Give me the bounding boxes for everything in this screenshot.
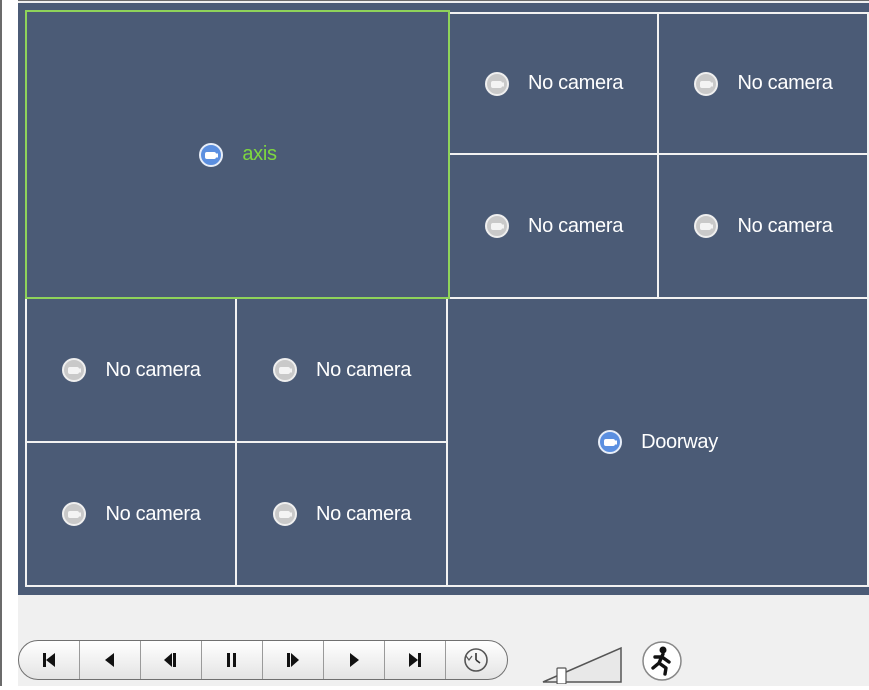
window-border-top	[0, 0, 869, 1]
window-gutter	[2, 0, 18, 686]
tile-label: No camera	[737, 72, 833, 94]
tile-label: axis	[242, 143, 277, 165]
tile-label: Doorway	[641, 430, 718, 453]
pause-button[interactable]	[202, 641, 263, 679]
tile-label: No camera	[315, 502, 412, 525]
camera-empty-icon	[694, 214, 719, 238]
camera-tile-empty[interactable]: No camera	[25, 441, 237, 587]
camera-tile-axis[interactable]: axis	[25, 10, 450, 299]
skip-to-start-button[interactable]	[19, 641, 80, 679]
play-button[interactable]	[324, 641, 385, 679]
step-back-icon	[164, 653, 176, 667]
camera-viewer-window: axis No camera No camera No camera No ca…	[0, 0, 869, 686]
camera-tile-doorway[interactable]: Doorway	[446, 297, 869, 587]
speed-button[interactable]	[446, 641, 505, 679]
running-man-icon	[642, 641, 682, 681]
camera-empty-icon	[484, 71, 509, 96]
camera-tile-empty[interactable]: No camera	[657, 153, 869, 299]
camera-tile-empty[interactable]: No camera	[235, 297, 448, 443]
playback-controls	[18, 595, 869, 686]
step-forward-icon	[287, 653, 299, 667]
camera-empty-icon	[694, 71, 719, 96]
camera-empty-icon	[62, 358, 87, 382]
play-icon	[350, 653, 359, 667]
skip-start-icon	[43, 653, 55, 667]
play-reverse-icon	[105, 653, 114, 667]
tile-label: No camera	[737, 214, 833, 237]
tile-label: No camera	[105, 502, 201, 525]
clock-icon	[463, 648, 488, 672]
tile-label: No camera	[105, 358, 201, 381]
camera-assigned-icon	[598, 430, 623, 454]
camera-grid: axis No camera No camera No camera No ca…	[18, 3, 869, 595]
volume-slider[interactable]	[535, 644, 625, 684]
tile-label: No camera	[527, 72, 624, 94]
volume-thumb[interactable]	[556, 667, 567, 684]
step-forward-button[interactable]	[263, 641, 324, 679]
camera-empty-icon	[272, 502, 297, 526]
camera-empty-icon	[484, 214, 509, 238]
skip-end-icon	[409, 653, 421, 667]
skip-to-end-button[interactable]	[385, 641, 446, 679]
step-back-button[interactable]	[141, 641, 202, 679]
pause-icon	[227, 653, 236, 667]
camera-empty-icon	[272, 358, 297, 382]
play-reverse-button[interactable]	[80, 641, 141, 679]
tile-label: No camera	[315, 358, 412, 381]
camera-tile-empty[interactable]: No camera	[657, 12, 869, 155]
tile-label: No camera	[527, 214, 624, 237]
camera-assigned-icon	[199, 142, 224, 167]
camera-tile-empty[interactable]: No camera	[448, 153, 659, 299]
running-man-button[interactable]	[638, 637, 686, 685]
camera-tile-empty[interactable]: No camera	[25, 297, 237, 443]
camera-tile-empty[interactable]: No camera	[448, 12, 659, 155]
transport-bar	[18, 640, 508, 680]
camera-tile-empty[interactable]: No camera	[235, 441, 448, 587]
camera-empty-icon	[62, 502, 87, 526]
